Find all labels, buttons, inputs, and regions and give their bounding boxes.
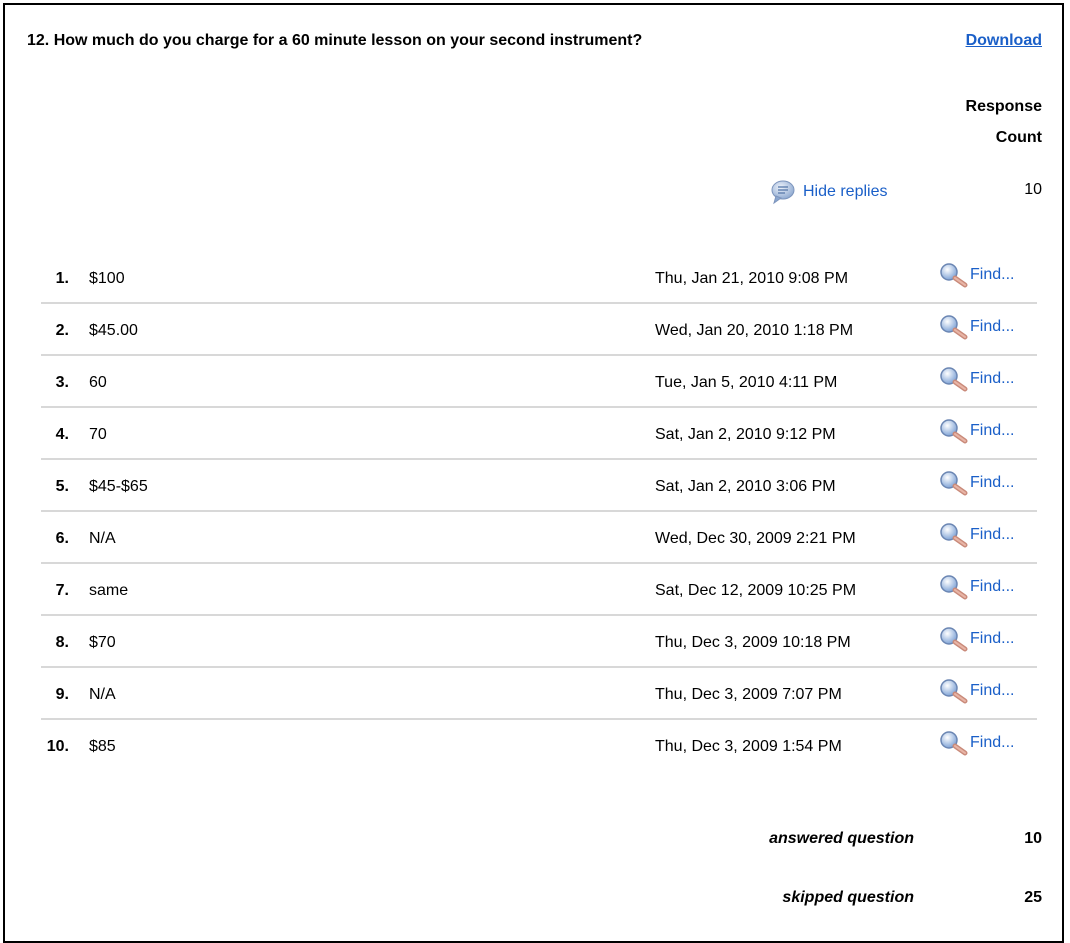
magnifier-icon — [940, 679, 968, 704]
response-row: 4. 70 Sat, Jan 2, 2010 9:12 PM Find... — [41, 408, 1037, 460]
skipped-question-value: 25 — [1024, 889, 1042, 906]
find-label[interactable]: Find... — [970, 266, 1014, 284]
find-response-link[interactable]: Find... — [938, 262, 1014, 288]
response-row: 2. $45.00 Wed, Jan 20, 2010 1:18 PM Find... — [41, 304, 1037, 356]
response-answer: $45-$65 — [89, 478, 148, 495]
response-date: Sat, Dec 12, 2009 10:25 PM — [655, 582, 857, 599]
answered-question-value: 10 — [1024, 830, 1042, 847]
magnifier-icon — [940, 263, 968, 288]
find-response-link[interactable]: Find... — [938, 314, 1014, 340]
response-row: 9. N/A Thu, Dec 3, 2009 7:07 PM Find... — [41, 668, 1037, 720]
response-date: Tue, Jan 5, 2010 4:11 PM — [655, 374, 838, 391]
response-answer: 70 — [89, 426, 107, 443]
response-number: 1. — [55, 270, 69, 287]
response-number: 9. — [55, 686, 69, 703]
response-date: Wed, Jan 20, 2010 1:18 PM — [655, 322, 854, 339]
magnifier-icon — [940, 523, 968, 548]
response-number: 10. — [46, 738, 69, 755]
question-title: 12. How much do you charge for a 60 minu… — [27, 32, 643, 49]
find-label[interactable]: Find... — [970, 526, 1014, 544]
find-label[interactable]: Find... — [970, 734, 1014, 752]
response-date: Sat, Jan 2, 2010 3:06 PM — [655, 478, 836, 495]
response-answer: same — [89, 582, 129, 599]
magnifier-icon — [940, 627, 968, 652]
hide-replies-label[interactable]: Hide replies — [803, 183, 887, 201]
response-answer: 60 — [89, 374, 107, 391]
response-row: 3. 60 Tue, Jan 5, 2010 4:11 PM Find... — [41, 356, 1037, 408]
response-number: 6. — [55, 530, 69, 547]
response-row: 1. $100 Thu, Jan 21, 2010 9:08 PM Find... — [41, 252, 1037, 304]
response-number: 7. — [55, 582, 69, 599]
response-row: 5. $45-$65 Sat, Jan 2, 2010 3:06 PM Find... — [41, 460, 1037, 512]
magnifier-icon — [940, 315, 968, 340]
response-answer: N/A — [89, 530, 116, 547]
response-row: 10. $85 Thu, Dec 3, 2009 1:54 PM Find... — [41, 720, 1037, 772]
find-label[interactable]: Find... — [970, 474, 1014, 492]
response-date: Thu, Dec 3, 2009 10:18 PM — [655, 634, 851, 651]
response-number: 8. — [55, 634, 69, 651]
response-answer: $85 — [89, 738, 116, 755]
find-response-link[interactable]: Find... — [938, 418, 1014, 444]
response-number: 5. — [55, 478, 69, 495]
find-label[interactable]: Find... — [970, 422, 1014, 440]
magnifier-icon — [940, 471, 968, 496]
response-row: 7. same Sat, Dec 12, 2009 10:25 PM Find... — [41, 564, 1037, 616]
response-row: 6. N/A Wed, Dec 30, 2009 2:21 PM Find... — [41, 512, 1037, 564]
answered-question-label: answered question — [769, 830, 914, 847]
response-count-header: Response Count — [922, 91, 1042, 153]
magnifier-icon — [940, 367, 968, 392]
response-date: Thu, Jan 21, 2010 9:08 PM — [655, 270, 849, 287]
response-answer: $100 — [89, 270, 125, 287]
response-row: 8. $70 Thu, Dec 3, 2009 10:18 PM Find... — [41, 616, 1037, 668]
response-header-line: Response — [965, 98, 1042, 115]
response-date: Thu, Dec 3, 2009 1:54 PM — [655, 738, 842, 755]
magnifier-icon — [940, 575, 968, 600]
download-link[interactable]: Download — [966, 32, 1042, 50]
response-number: 4. — [55, 426, 69, 443]
find-response-link[interactable]: Find... — [938, 730, 1014, 756]
response-date: Wed, Dec 30, 2009 2:21 PM — [655, 530, 856, 547]
find-label[interactable]: Find... — [970, 630, 1014, 648]
magnifier-icon — [940, 731, 968, 756]
question-panel: 12. How much do you charge for a 60 minu… — [3, 3, 1064, 943]
find-response-link[interactable]: Find... — [938, 470, 1014, 496]
response-count-value: 10 — [1024, 181, 1042, 198]
response-answer: $70 — [89, 634, 116, 651]
find-response-link[interactable]: Find... — [938, 626, 1014, 652]
magnifier-icon — [940, 419, 968, 444]
find-response-link[interactable]: Find... — [938, 522, 1014, 548]
find-label[interactable]: Find... — [970, 370, 1014, 388]
response-date: Thu, Dec 3, 2009 7:07 PM — [655, 686, 842, 703]
skipped-question-label: skipped question — [782, 889, 914, 906]
count-header-line: Count — [995, 129, 1042, 146]
find-response-link[interactable]: Find... — [938, 678, 1014, 704]
response-date: Sat, Jan 2, 2010 9:12 PM — [655, 426, 836, 443]
find-label[interactable]: Find... — [970, 682, 1014, 700]
find-label[interactable]: Find... — [970, 578, 1014, 596]
speech-bubble-icon — [771, 180, 795, 205]
response-answer: $45.00 — [89, 322, 138, 339]
hide-replies-link[interactable]: Hide replies — [770, 179, 887, 205]
find-response-link[interactable]: Find... — [938, 366, 1014, 392]
find-label[interactable]: Find... — [970, 318, 1014, 336]
response-answer: N/A — [89, 686, 116, 703]
response-number: 2. — [55, 322, 69, 339]
response-number: 3. — [55, 374, 69, 391]
find-response-link[interactable]: Find... — [938, 574, 1014, 600]
